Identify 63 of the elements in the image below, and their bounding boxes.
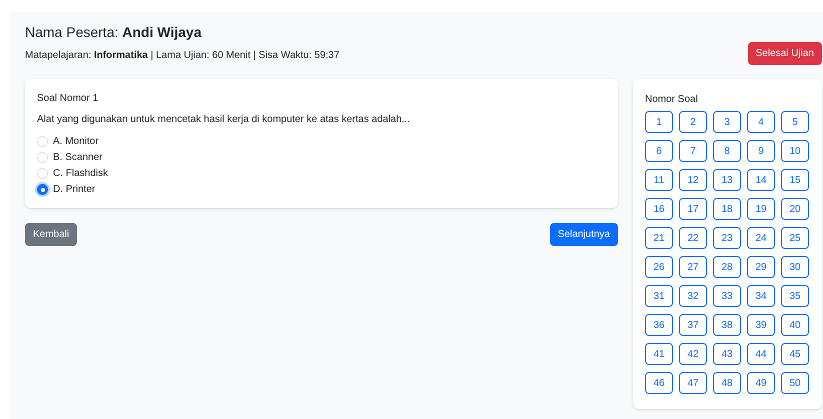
question-number-button[interactable]: 44 — [747, 343, 775, 365]
question-number-button[interactable]: 23 — [713, 227, 741, 249]
question-number-button[interactable]: 49 — [747, 372, 775, 394]
question-title: Soal Nomor 1 — [37, 92, 100, 106]
question-number-button[interactable]: 16 — [645, 198, 673, 220]
question-number-button[interactable]: 33 — [713, 285, 741, 307]
question-number-button[interactable]: 1 — [645, 111, 673, 133]
question-number-button[interactable]: 24 — [747, 227, 775, 249]
answer-option[interactable]: D. Printer — [37, 183, 606, 196]
question-number-button[interactable]: 4 — [747, 111, 775, 133]
answer-option[interactable]: B. Scanner — [37, 151, 606, 164]
question-number-button[interactable]: 2 — [679, 111, 707, 133]
question-number-button[interactable]: 17 — [679, 198, 707, 220]
question-number-button[interactable]: 3 — [713, 111, 741, 133]
next-button[interactable]: Selanjutnya — [550, 223, 618, 246]
question-number-button[interactable]: 31 — [645, 285, 673, 307]
question-number-button[interactable]: 9 — [747, 140, 775, 162]
question-number-button[interactable]: 15 — [781, 169, 809, 191]
question-number-button[interactable]: 5 — [781, 111, 809, 133]
question-number-button[interactable]: 29 — [747, 256, 775, 278]
question-number-button[interactable]: 12 — [679, 169, 707, 191]
question-number-button[interactable]: 20 — [781, 198, 809, 220]
question-number-button[interactable]: 50 — [781, 372, 809, 394]
question-number-button[interactable]: 45 — [781, 343, 809, 365]
question-number-button[interactable]: 25 — [781, 227, 809, 249]
participant-name: Nama Peserta: Andi Wijaya — [25, 23, 203, 42]
panel-title: Nomor Soal — [645, 93, 699, 107]
question-number-button[interactable]: 21 — [645, 227, 673, 249]
question-number-button[interactable]: 14 — [747, 169, 775, 191]
exam-info: Matapelajaran: Informatika | Lama Ujian: 60 Menit | Sisa Waktu: 59:37 — [25, 49, 340, 63]
question-number-button[interactable]: 30 — [781, 256, 809, 278]
question-number-button[interactable]: 32 — [679, 285, 707, 307]
question-text: Alat yang digunakan untuk mencetak hasil kerja di komputer ke atas kertas adalah... — [37, 113, 411, 127]
question-number-button[interactable]: 43 — [713, 343, 741, 365]
question-number-button[interactable]: 40 — [781, 314, 809, 336]
answer-option[interactable]: C. Flashdisk — [37, 167, 606, 180]
question-number-button[interactable]: 41 — [645, 343, 673, 365]
question-number-button[interactable]: 38 — [713, 314, 741, 336]
question-number-button[interactable]: 42 — [679, 343, 707, 365]
finish-exam-button[interactable]: Selesai Ujian — [748, 42, 822, 65]
question-number-button[interactable]: 39 — [747, 314, 775, 336]
answer-option[interactable]: A. Monitor — [37, 135, 606, 148]
question-number-button[interactable]: 10 — [781, 140, 809, 162]
question-number-button[interactable]: 7 — [679, 140, 707, 162]
question-number-button[interactable]: 47 — [679, 372, 707, 394]
question-number-button[interactable]: 6 — [645, 140, 673, 162]
question-number-button[interactable]: 8 — [713, 140, 741, 162]
question-number-button[interactable]: 27 — [679, 256, 707, 278]
question-number-button[interactable]: 48 — [713, 372, 741, 394]
question-number-button[interactable]: 37 — [679, 314, 707, 336]
back-button[interactable]: Kembali — [25, 223, 78, 246]
question-number-button[interactable]: 34 — [747, 285, 775, 307]
question-number-button[interactable]: 36 — [645, 314, 673, 336]
question-number-button[interactable]: 35 — [781, 285, 809, 307]
question-number-button[interactable]: 28 — [713, 256, 741, 278]
question-number-button[interactable]: 19 — [747, 198, 775, 220]
question-number-button[interactable]: 46 — [645, 372, 673, 394]
question-number-button[interactable]: 22 — [679, 227, 707, 249]
question-number-button[interactable]: 11 — [645, 169, 673, 191]
question-number-button[interactable]: 26 — [645, 256, 673, 278]
question-number-button[interactable]: 18 — [713, 198, 741, 220]
radio-button[interactable] — [37, 184, 48, 195]
question-number-button[interactable]: 13 — [713, 169, 741, 191]
